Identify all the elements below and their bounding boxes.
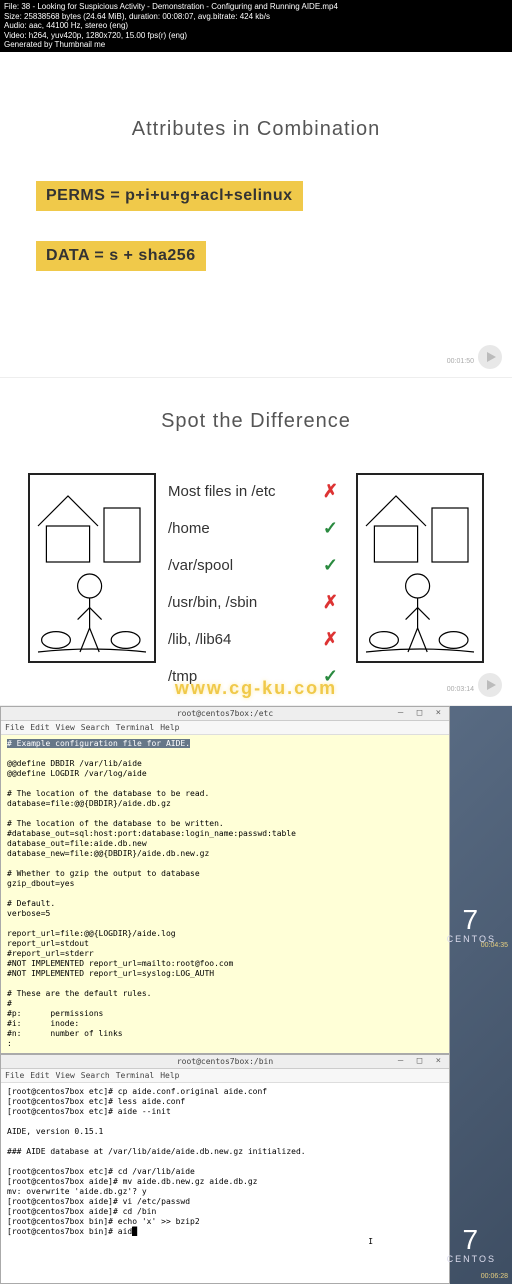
centos-logo: 7 CENTOS [447, 906, 496, 944]
desktop-area: root@centos7box:/etc – □ × File Edit View S… [0, 706, 512, 1284]
timestamp: 00:03:14 [447, 686, 474, 693]
titlebar[interactable]: root@centos7box:/bin – □ × [1, 1055, 449, 1069]
cross-icon: ✗ [323, 629, 338, 650]
menu-search[interactable]: Search [81, 1071, 110, 1080]
play-icon[interactable] [478, 673, 502, 697]
path-label: /var/spool [168, 557, 233, 574]
list-item: /lib, /lib64 ✗ [168, 621, 344, 658]
cross-icon: ✗ [323, 481, 338, 502]
menu-file[interactable]: File [5, 1071, 24, 1080]
slide-attributes: Attributes in Combination PERMS = p+i+u+… [0, 52, 512, 378]
cross-icon: ✗ [323, 592, 338, 613]
menu-terminal[interactable]: Terminal [116, 1071, 155, 1080]
watermark: www.cg-ku.com [175, 678, 337, 699]
terminal-text: [root@centos7box etc]# cp aide.conf.orig… [7, 1087, 306, 1236]
selected-text: # Example configuration file for AIDE. [7, 739, 190, 748]
illustration-left [28, 473, 156, 663]
cursor-icon: █ [132, 1227, 137, 1236]
terminal-menubar[interactable]: File Edit View Search Terminal Help [1, 721, 449, 735]
menu-edit[interactable]: Edit [30, 723, 49, 732]
slide-spot-difference: Spot the Difference Most files in /etc✗/… [0, 378, 512, 706]
farm-scene-icon [32, 477, 152, 659]
meta-file: File: 38 - Looking for Suspicious Activi… [4, 2, 508, 12]
window-title: root@centos7box:/bin [177, 1057, 273, 1066]
terminal-output[interactable]: [root@centos7box etc]# cp aide.conf.orig… [1, 1083, 449, 1283]
farm-scene-icon [360, 477, 480, 659]
slide2-title: Spot the Difference [0, 410, 512, 433]
path-label: /usr/bin, /sbin [168, 594, 257, 611]
path-label: Most files in /etc [168, 483, 276, 500]
menu-view[interactable]: View [56, 723, 75, 732]
list-item: Most files in /etc ✗ [168, 473, 344, 510]
titlebar[interactable]: root@centos7box:/etc – □ × [1, 707, 449, 721]
menu-edit[interactable]: Edit [30, 1071, 49, 1080]
centos-logo: 7 CENTOS [447, 1226, 496, 1264]
timestamp: 00:06:28 [481, 1273, 508, 1280]
menu-help[interactable]: Help [160, 723, 179, 732]
path-label: /home [168, 520, 210, 537]
list-item: /usr/bin, /sbin ✗ [168, 584, 344, 621]
list-item: /home ✓ [168, 510, 344, 547]
menu-file[interactable]: File [5, 723, 24, 732]
menu-terminal[interactable]: Terminal [116, 723, 155, 732]
meta-size: Size: 25838568 bytes (24.64 MiB), durati… [4, 12, 508, 22]
illustration-right [356, 473, 484, 663]
video-metadata: File: 38 - Looking for Suspicious Activi… [0, 0, 512, 52]
menu-search[interactable]: Search [81, 723, 110, 732]
terminal-output[interactable]: # Example configuration file for AIDE. @… [1, 735, 449, 1053]
centos-number: 7 [447, 906, 496, 934]
play-icon[interactable] [478, 345, 502, 369]
window-controls[interactable]: – □ × [398, 708, 445, 718]
meta-gen: Generated by Thumbnail me [4, 40, 508, 50]
menu-help[interactable]: Help [160, 1071, 179, 1080]
terminal-menubar[interactable]: File Edit View Search Terminal Help [1, 1069, 449, 1083]
window-title: root@centos7box:/etc [177, 709, 273, 718]
check-icon: ✓ [323, 555, 338, 576]
timestamp: 00:01:50 [447, 358, 474, 365]
check-icon: ✓ [323, 518, 338, 539]
terminal-window-2[interactable]: root@centos7box:/bin – □ × File Edit View S… [0, 1054, 450, 1284]
centos-word: CENTOS [447, 1254, 496, 1264]
meta-video: Video: h264, yuv420p, 1280x720, 15.00 fp… [4, 31, 508, 41]
slide1-title: Attributes in Combination [0, 118, 512, 141]
terminal-window-1[interactable]: root@centos7box:/etc – □ × File Edit View S… [0, 706, 450, 1054]
list-item: /var/spool ✓ [168, 547, 344, 584]
highlight-data: DATA = s + sha256 [36, 241, 206, 271]
centos-number: 7 [447, 1226, 496, 1254]
menu-view[interactable]: View [56, 1071, 75, 1080]
directory-list: Most files in /etc ✗ /home ✓ /var/spool ✓ /usr… [164, 473, 348, 695]
timestamp: 00:04:35 [481, 942, 508, 949]
highlight-perms: PERMS = p+i+u+g+acl+selinux [36, 181, 303, 211]
window-controls[interactable]: – □ × [398, 1056, 445, 1066]
meta-audio: Audio: aac, 44100 Hz, stereo (eng) [4, 21, 508, 31]
terminal-text: @@define DBDIR /var/lib/aide @@define LO… [7, 759, 296, 1048]
path-label: /lib, /lib64 [168, 631, 231, 648]
